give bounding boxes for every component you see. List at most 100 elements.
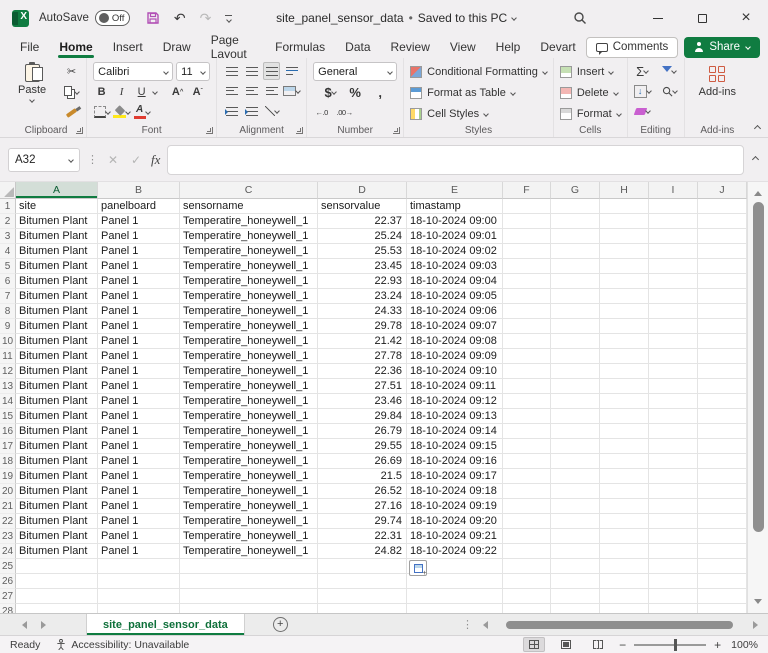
cell-B14[interactable]: Panel 1	[98, 394, 180, 409]
redo-button[interactable]: ↷	[200, 11, 212, 25]
cell-D19[interactable]: 21.5	[318, 469, 407, 484]
cell-G13[interactable]	[551, 379, 600, 394]
cell-F23[interactable]	[503, 529, 551, 544]
cell-F9[interactable]	[503, 319, 551, 334]
row-header-17[interactable]: 17	[0, 439, 16, 454]
cell-H1[interactable]	[600, 199, 649, 214]
cell-J4[interactable]	[698, 244, 747, 259]
fill-button[interactable]: ↓	[633, 82, 652, 100]
addins-button[interactable]: Add-ins	[691, 62, 744, 102]
cell-J13[interactable]	[698, 379, 747, 394]
cell-H4[interactable]	[600, 244, 649, 259]
previous-sheet-icon[interactable]	[18, 620, 27, 629]
cell-G12[interactable]	[551, 364, 600, 379]
cell-G22[interactable]	[551, 514, 600, 529]
cell-E13[interactable]: 18-10-2024 09:11	[407, 379, 503, 394]
cell-D8[interactable]: 24.33	[318, 304, 407, 319]
menu-tab-page-layout[interactable]: Page Layout	[201, 33, 265, 61]
scroll-right-icon[interactable]	[753, 620, 762, 629]
row-header-12[interactable]: 12	[0, 364, 16, 379]
cell-F12[interactable]	[503, 364, 551, 379]
cell-C21[interactable]: Temperatire_honeywell_1	[180, 499, 318, 514]
scrollbar-drag-handle[interactable]: ⋮	[462, 618, 473, 631]
menu-tab-data[interactable]: Data	[335, 36, 380, 58]
row-header-8[interactable]: 8	[0, 304, 16, 319]
cell-A23[interactable]: Bitumen Plant	[16, 529, 98, 544]
cell-J2[interactable]	[698, 214, 747, 229]
cell-C3[interactable]: Temperatire_honeywell_1	[180, 229, 318, 244]
cell-G27[interactable]	[551, 589, 600, 604]
cell-A25[interactable]	[16, 559, 98, 574]
cell-I10[interactable]	[649, 334, 698, 349]
cell-D4[interactable]: 25.53	[318, 244, 407, 259]
new-sheet-button[interactable]: +	[272, 617, 288, 632]
cell-J3[interactable]	[698, 229, 747, 244]
cell-H16[interactable]	[600, 424, 649, 439]
save-icon[interactable]	[146, 11, 160, 25]
cell-G14[interactable]	[551, 394, 600, 409]
cell-G10[interactable]	[551, 334, 600, 349]
row-header-5[interactable]: 5	[0, 259, 16, 274]
cell-F2[interactable]	[503, 214, 551, 229]
cell-E24[interactable]: 18-10-2024 09:22	[407, 544, 503, 559]
cell-I25[interactable]	[649, 559, 698, 574]
scroll-up-icon[interactable]	[754, 187, 762, 196]
cell-J8[interactable]	[698, 304, 747, 319]
cell-D15[interactable]: 29.84	[318, 409, 407, 424]
cell-I2[interactable]	[649, 214, 698, 229]
column-header-F[interactable]: F	[503, 182, 551, 199]
cell-H20[interactable]	[600, 484, 649, 499]
cell-I11[interactable]	[649, 349, 698, 364]
cell-C6[interactable]: Temperatire_honeywell_1	[180, 274, 318, 289]
cell-D20[interactable]: 26.52	[318, 484, 407, 499]
row-header-1[interactable]: 1	[0, 199, 16, 214]
cell-G26[interactable]	[551, 574, 600, 589]
column-header-I[interactable]: I	[649, 182, 698, 199]
cell-H24[interactable]	[600, 544, 649, 559]
cut-button[interactable]: ✂	[63, 62, 80, 80]
cell-G20[interactable]	[551, 484, 600, 499]
row-header-28[interactable]: 28	[0, 604, 16, 613]
cell-I24[interactable]	[649, 544, 698, 559]
cell-B17[interactable]: Panel 1	[98, 439, 180, 454]
cell-E12[interactable]: 18-10-2024 09:10	[407, 364, 503, 379]
zoom-slider-thumb[interactable]	[674, 638, 678, 651]
orientation-button[interactable]	[263, 102, 280, 120]
cell-B6[interactable]: Panel 1	[98, 274, 180, 289]
cell-H13[interactable]	[600, 379, 649, 394]
copy-button[interactable]	[63, 83, 80, 101]
row-header-21[interactable]: 21	[0, 499, 16, 514]
menu-tab-review[interactable]: Review	[381, 36, 440, 58]
close-button[interactable]: ×	[724, 0, 768, 36]
cell-F3[interactable]	[503, 229, 551, 244]
cell-B28[interactable]	[98, 604, 180, 613]
cell-A22[interactable]: Bitumen Plant	[16, 514, 98, 529]
cell-H17[interactable]	[600, 439, 649, 454]
search-button[interactable]	[560, 11, 600, 25]
cell-D27[interactable]	[318, 589, 407, 604]
cell-J18[interactable]	[698, 454, 747, 469]
increase-font-size-button[interactable]: A ^	[169, 83, 186, 101]
cell-C1[interactable]: sensorname	[180, 199, 318, 214]
cell-A6[interactable]: Bitumen Plant	[16, 274, 98, 289]
page-break-view-button[interactable]	[587, 637, 609, 652]
minimize-button[interactable]	[636, 0, 680, 36]
cell-J25[interactable]	[698, 559, 747, 574]
cell-H2[interactable]	[600, 214, 649, 229]
cell-styles-button[interactable]: Cell Styles	[410, 104, 547, 123]
underline-dropdown-icon[interactable]	[152, 89, 158, 95]
cell-G7[interactable]	[551, 289, 600, 304]
cell-E11[interactable]: 18-10-2024 09:09	[407, 349, 503, 364]
cell-H12[interactable]	[600, 364, 649, 379]
cell-E26[interactable]	[407, 574, 503, 589]
middle-align-button[interactable]	[243, 62, 260, 80]
clipboard-dialog-launcher[interactable]	[76, 127, 84, 134]
cell-G16[interactable]	[551, 424, 600, 439]
column-header-D[interactable]: D	[318, 182, 407, 199]
cell-D9[interactable]: 29.78	[318, 319, 407, 334]
sort-filter-button[interactable]	[661, 62, 678, 80]
cell-B1[interactable]: panelboard	[98, 199, 180, 214]
cell-I19[interactable]	[649, 469, 698, 484]
fill-color-button[interactable]	[113, 103, 131, 121]
row-header-14[interactable]: 14	[0, 394, 16, 409]
